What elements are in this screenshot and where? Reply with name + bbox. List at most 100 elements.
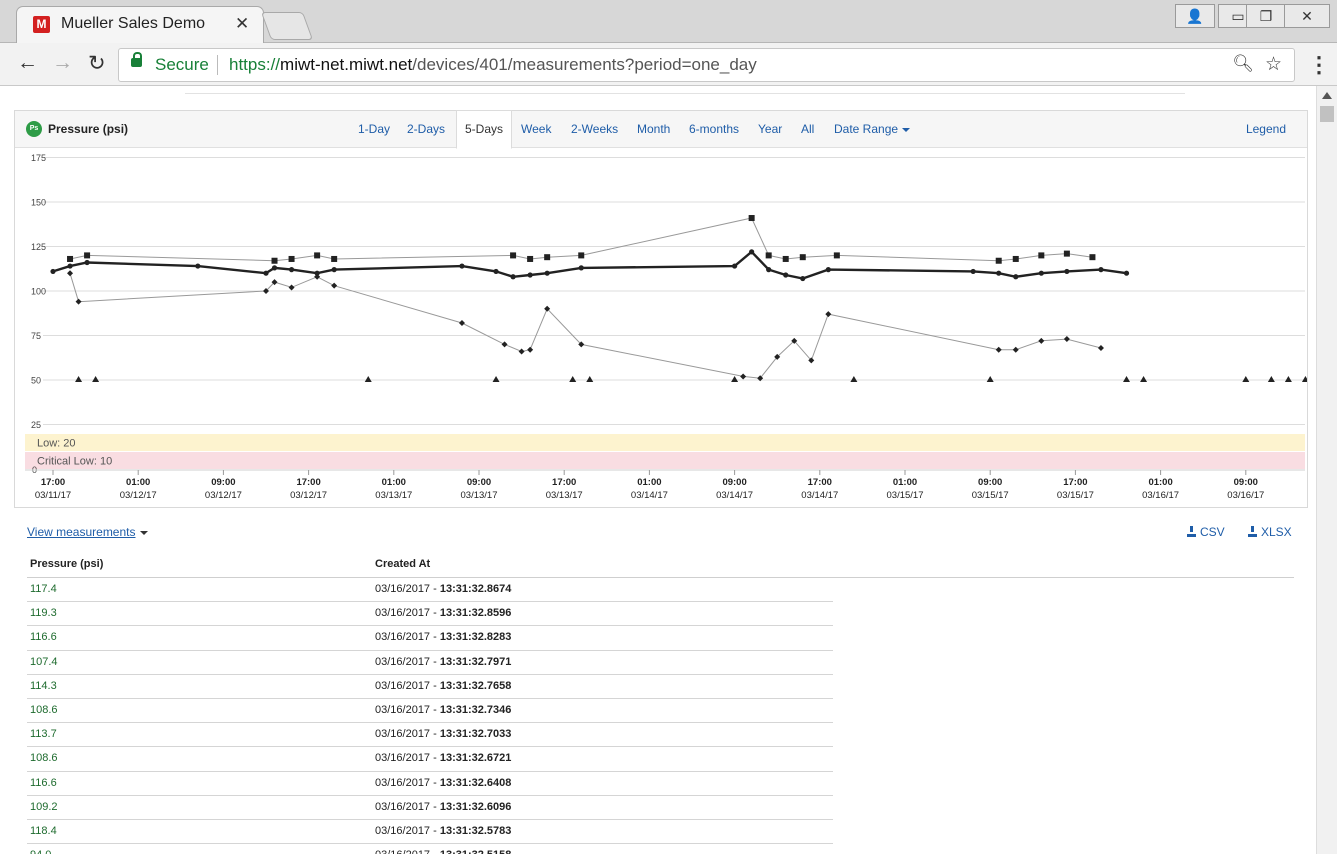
data-point-circle <box>1123 270 1130 276</box>
table-row: 117.4 03/16/2017 - 13:31:32.8674 <box>27 578 833 603</box>
pressure-value: 118.4 <box>30 824 57 837</box>
table-row: 116.6 03/16/2017 - 13:31:32.8283 <box>27 626 833 651</box>
data-point-diamond <box>288 284 295 291</box>
browser-menu-icon[interactable]: ⋮ <box>1308 52 1330 78</box>
restore-button[interactable]: ❐ <box>1246 4 1286 28</box>
data-point-circle <box>800 275 806 282</box>
data-point-circle <box>527 272 533 278</box>
data-point-square <box>510 252 517 259</box>
browser-tab[interactable]: M Mueller Sales Demo ✕ <box>16 6 264 43</box>
data-point-diamond <box>501 341 508 348</box>
created-date: 03/16/2017 - <box>375 679 440 692</box>
download-icon <box>1187 526 1196 537</box>
data-point-triangle <box>364 376 372 382</box>
data-point-square <box>84 252 91 259</box>
data-point-circle <box>271 265 278 271</box>
data-point-triangle <box>986 376 994 382</box>
close-window-button[interactable]: ✕ <box>1284 4 1330 28</box>
data-point-circle <box>1098 267 1104 273</box>
created-at-value: 03/16/2017 - 13:31:32.8283 <box>375 631 511 643</box>
created-time: 13:31:32.5158 <box>440 849 512 854</box>
tab-strip: M Mueller Sales Demo ✕ 👤 ▭ ❐ ✕ <box>0 0 1337 43</box>
created-time: 13:31:32.6721 <box>439 752 512 765</box>
data-point-circle <box>288 267 295 273</box>
data-point-diamond <box>995 346 1002 353</box>
data-point-square <box>544 254 551 261</box>
profile-icon[interactable]: 👤 <box>1175 4 1215 28</box>
data-point-circle <box>331 267 337 273</box>
data-point-diamond <box>740 373 747 380</box>
column-header-created-at[interactable]: Created At <box>375 558 430 570</box>
created-time: 13:31:32.7658 <box>439 679 512 692</box>
bookmark-star-icon[interactable]: ☆ <box>1265 53 1282 76</box>
created-time: 13:31:32.6408 <box>439 776 512 789</box>
scroll-thumb[interactable] <box>1320 106 1334 122</box>
column-header-pressure[interactable]: Pressure (psi) <box>30 558 103 570</box>
data-point-triangle <box>1140 376 1148 382</box>
address-bar[interactable]: Secure https://miwt-net.miwt.net/devices… <box>118 48 1295 82</box>
data-point-square <box>578 252 585 259</box>
data-point-circle <box>783 272 789 278</box>
created-date: 03/16/2017 - <box>375 728 440 741</box>
x-tick-time: 17:00 <box>552 477 576 488</box>
download-icon <box>1248 526 1257 537</box>
y-tick-label: 75 <box>31 331 41 341</box>
x-tick-date: 03/14/17 <box>631 490 668 501</box>
data-point-triangle <box>75 376 83 382</box>
back-arrow-icon[interactable]: ← <box>17 51 38 75</box>
data-point-diamond <box>527 346 534 353</box>
url-host: miwt-net.miwt.net <box>280 55 413 74</box>
address-separator <box>217 55 218 75</box>
reload-icon[interactable]: ↻ <box>88 51 106 76</box>
pressure-value: 116.6 <box>30 631 57 644</box>
x-tick-date: 03/15/17 <box>1057 490 1094 501</box>
new-tab-button[interactable] <box>260 12 314 40</box>
created-date: 03/16/2017 - <box>375 800 440 813</box>
created-time: 13:31:32.8596 <box>439 607 512 620</box>
created-at-value: 03/16/2017 - 13:31:32.7658 <box>375 680 511 692</box>
data-point-square <box>1089 254 1096 261</box>
created-date: 03/16/2017 - <box>375 631 440 644</box>
measurements-table: 117.4 03/16/2017 - 13:31:32.8674 119.3 03/1… <box>27 578 833 854</box>
data-point-square <box>1012 255 1019 262</box>
page-scrollbar[interactable] <box>1316 86 1337 854</box>
created-at-value: 03/16/2017 - 13:31:32.7971 <box>375 656 511 668</box>
x-tick-time: 09:00 <box>978 477 1002 488</box>
x-tick-time: 17:00 <box>808 477 832 488</box>
x-tick-time: 09:00 <box>467 477 491 488</box>
series-line-diamond <box>69 273 1102 379</box>
x-tick-date: 03/12/17 <box>290 490 327 501</box>
threshold-band <box>25 452 1305 469</box>
pressure-value: 116.6 <box>30 776 57 789</box>
view-measurements-dropdown[interactable]: View measurements <box>27 525 148 539</box>
y-tick-label: 25 <box>31 420 41 430</box>
data-point-square <box>67 255 74 262</box>
xlsx-download-link[interactable]: XLSX <box>1248 525 1292 539</box>
created-time: 13:31:32.5783 <box>439 824 512 837</box>
data-point-square <box>799 254 806 261</box>
threshold-band <box>25 434 1305 451</box>
close-tab-icon[interactable]: ✕ <box>235 14 249 34</box>
created-at-value: 03/16/2017 - 13:31:32.8596 <box>375 607 511 619</box>
table-row: 109.2 03/16/2017 - 13:31:32.6096 <box>27 796 833 820</box>
x-tick-date: 03/16/17 <box>1227 490 1264 501</box>
x-tick-date: 03/16/17 <box>1142 490 1179 501</box>
data-point-triangle <box>1267 376 1275 382</box>
url-text[interactable]: https://miwt-net.miwt.net/devices/401/me… <box>229 55 757 75</box>
x-tick-time: 17:00 <box>41 477 65 488</box>
data-point-diamond <box>75 298 82 305</box>
data-point-triangle <box>1123 376 1131 382</box>
data-point-square <box>765 252 772 259</box>
forward-arrow-icon[interactable]: → <box>52 51 73 75</box>
data-point-circle <box>578 265 584 271</box>
data-point-circle <box>263 270 269 276</box>
scroll-up-icon[interactable] <box>1322 92 1332 99</box>
created-time: 13:31:32.7346 <box>439 703 512 716</box>
csv-download-link[interactable]: CSV <box>1187 525 1225 539</box>
chart-panel: Ps Pressure (psi) 1-Day 2-Days 5-Days We… <box>14 110 1308 508</box>
y-tick-label: 175 <box>31 153 46 163</box>
data-point-triangle <box>1301 376 1307 382</box>
x-tick-time: 01:00 <box>1148 477 1172 488</box>
threshold-label: Critical Low: 10 <box>37 456 112 468</box>
zoom-icon[interactable]: 🔍︎ <box>1232 54 1254 74</box>
